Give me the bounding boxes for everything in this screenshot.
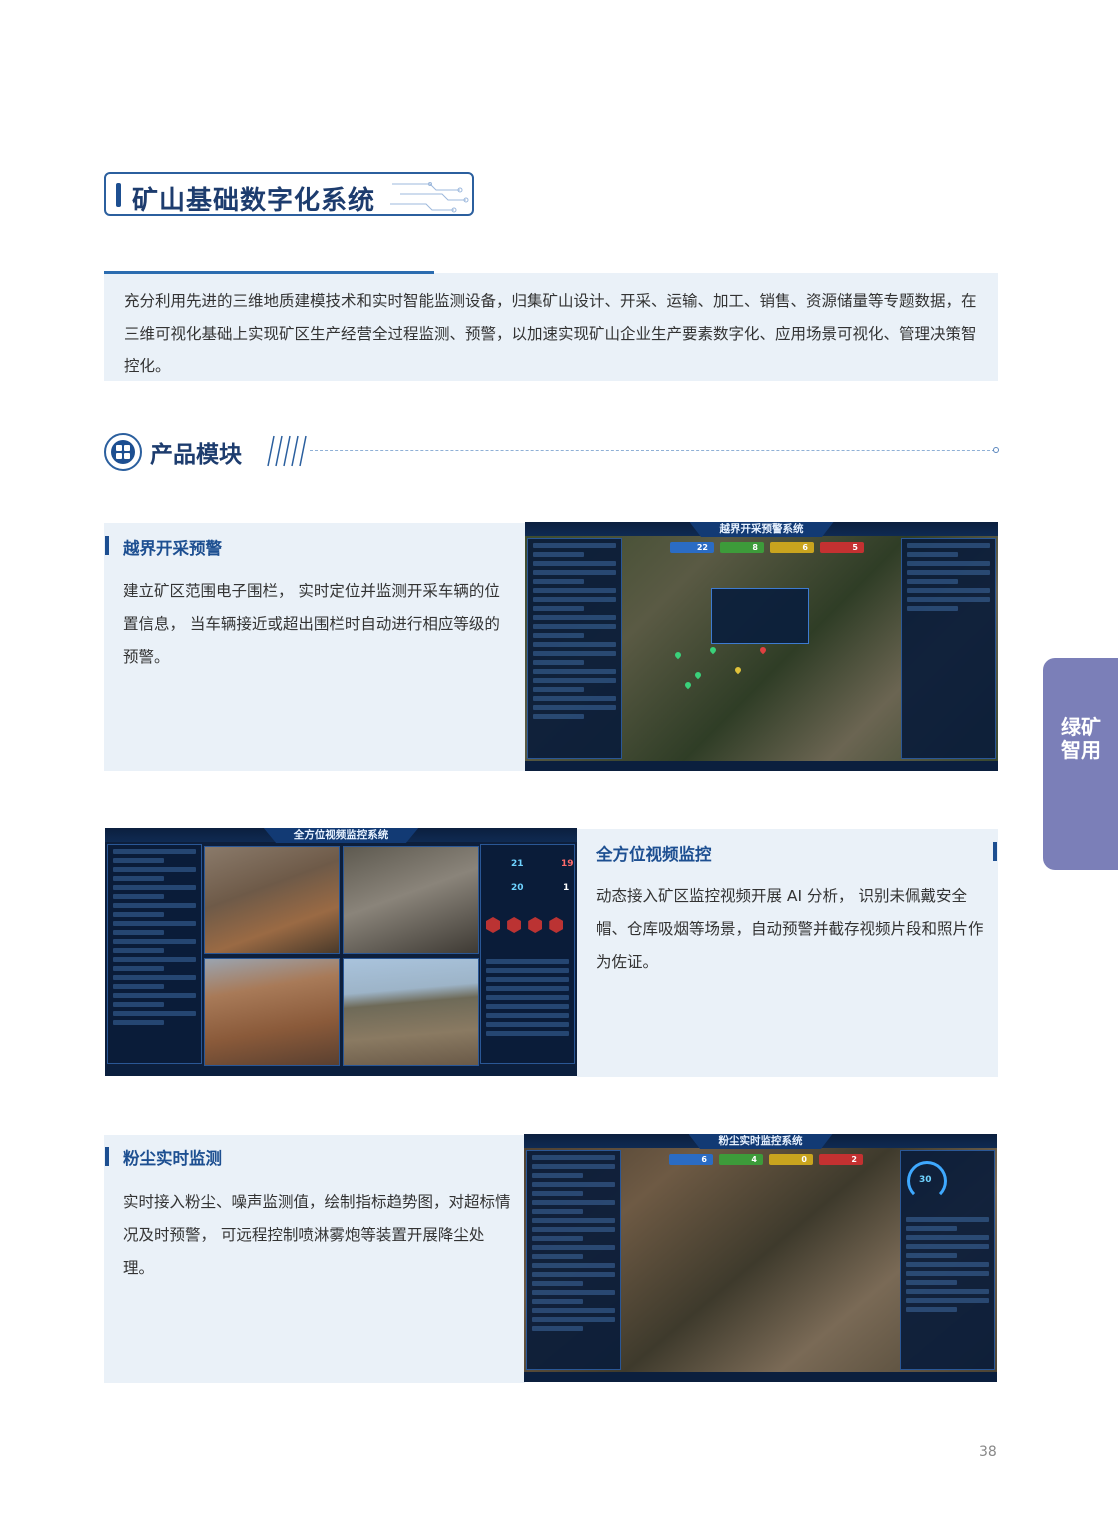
dust-monitoring-screenshot: 粉尘实时监控系统 30 6 4 0 2 — [524, 1134, 997, 1382]
screen-right-panel — [901, 538, 996, 759]
vehicle-pin-icon — [693, 670, 703, 680]
section-title: 矿山基础数字化系统 — [132, 186, 376, 216]
feature-panel-dust: 粉尘实时监测 实时接入粉尘、噪声监测值，绘制指标趋势图，对超标情况及时预警， 可… — [104, 1135, 525, 1383]
video-feed — [204, 958, 340, 1066]
status-badge: 8 — [720, 542, 764, 553]
feature-title: 粉尘实时监测 — [123, 1149, 222, 1168]
stat-value: 21 — [511, 859, 524, 869]
vehicle-pin-icon — [758, 645, 768, 655]
feature-title: 越界开采预警 — [123, 539, 222, 558]
slash-decoration-icon — [267, 435, 307, 467]
screen-right-panel: 30 — [900, 1150, 995, 1370]
feature-title: 全方位视频监控 — [596, 845, 712, 864]
screen-left-panel — [527, 538, 622, 759]
video-feed — [343, 846, 479, 954]
feature-text: 动态接入矿区监控视频开展 AI 分析， 识别未佩戴安全帽、仓库吸烟等场景，自动预… — [596, 887, 984, 971]
stat-value: 20 — [511, 883, 524, 893]
title-accent-bar — [116, 183, 121, 207]
info-popup — [711, 588, 809, 644]
status-badge: 6 — [669, 1154, 713, 1165]
feature-text: 建立矿区范围电子围栏， 实时定位并监测开采车辆的位置信息， 当车辆接近或超出围栏… — [123, 582, 500, 666]
screen-right-panel: 21 19 20 1 — [480, 844, 575, 1064]
feature-panel-boundary: 越界开采预警 建立矿区范围电子围栏， 实时定位并监测开采车辆的位置信息， 当车辆… — [104, 523, 526, 771]
gauge-value: 30 — [919, 1175, 932, 1185]
page-number: 38 — [979, 1444, 997, 1460]
vehicle-pin-icon — [733, 665, 743, 675]
side-chapter-tab: 绿矿智用 — [1043, 658, 1118, 870]
module-grid-icon — [104, 433, 142, 471]
boundary-warning-screenshot: 越界开采预警系统 22 8 6 5 — [525, 522, 998, 771]
module-divider — [310, 450, 995, 451]
status-badge: 4 — [719, 1154, 763, 1165]
vehicle-pin-icon — [673, 650, 683, 660]
screen-left-panel — [526, 1150, 621, 1370]
intro-block: 充分利用先进的三维地质建模技术和实时智能监测设备，归集矿山设计、开采、运输、加工… — [104, 273, 998, 381]
status-badge: 5 — [820, 542, 864, 553]
feature-accent-bar — [105, 536, 109, 555]
screen-title: 粉尘实时监控系统 — [688, 1134, 833, 1149]
screen-left-panel — [107, 844, 202, 1064]
intro-accent-line — [104, 271, 434, 274]
video-feed — [204, 846, 340, 954]
feature-text: 实时接入粉尘、噪声监测值，绘制指标趋势图，对超标情况及时预警， 可远程控制喷淋雾… — [123, 1193, 511, 1277]
screen-title: 越界开采预警系统 — [689, 522, 834, 537]
screen-title: 全方位视频监控系统 — [263, 828, 419, 843]
vehicle-pin-icon — [683, 680, 693, 690]
status-badge: 0 — [769, 1154, 813, 1165]
feature-accent-bar — [993, 842, 997, 861]
stat-value: 1 — [563, 883, 570, 893]
module-divider-dot — [993, 447, 999, 453]
status-badge: 2 — [819, 1154, 863, 1165]
status-badge: 22 — [670, 542, 714, 553]
circuit-decoration-icon — [390, 182, 469, 213]
intro-text: 充分利用先进的三维地质建模技术和实时智能监测设备，归集矿山设计、开采、运输、加工… — [124, 292, 977, 375]
section-title-box: 矿山基础数字化系统 — [104, 172, 474, 216]
vehicle-pin-icon — [708, 645, 718, 655]
video-monitoring-screenshot: 全方位视频监控系统 21 19 20 1 — [105, 828, 577, 1076]
module-title: 产品模块 — [150, 442, 242, 468]
side-tab-label: 绿矿智用 — [1061, 715, 1101, 762]
status-badge: 6 — [770, 542, 814, 553]
video-feed — [343, 958, 479, 1066]
stat-value: 19 — [561, 859, 574, 869]
feature-panel-video: 全方位视频监控 动态接入矿区监控视频开展 AI 分析， 识别未佩戴安全帽、仓库吸… — [577, 829, 998, 1077]
feature-accent-bar — [105, 1147, 109, 1166]
